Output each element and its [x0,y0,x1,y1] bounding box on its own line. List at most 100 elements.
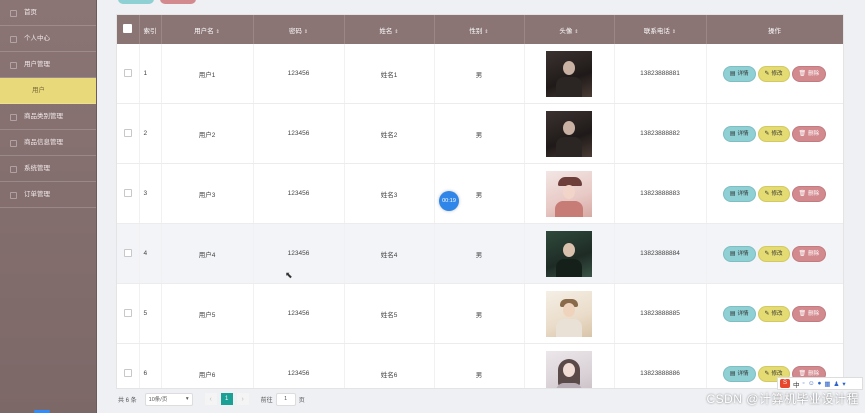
edit-button[interactable]: ✎ 修改 [757,245,790,262]
delete-button[interactable]: 🗑 删除 [791,125,827,142]
edit-button[interactable]: ✎ 修改 [757,185,790,202]
column-header-username[interactable]: 用户名 ⇕ [161,15,254,44]
column-header-password[interactable]: 密码 ⇕ [253,15,345,44]
delete-button-label: 删除 [808,310,820,317]
cell-username: 用户3 [161,163,254,224]
cell-password: 123456 [253,44,345,104]
column-header-label: 密码 [288,27,302,35]
sidebar-item-label: 商品信息管理 [24,139,63,146]
cell-avatar [524,283,615,344]
delete-button-label: 删除 [808,250,820,257]
toolbar-button-add[interactable] [118,0,154,4]
detail-button[interactable]: ▤ 详情 [722,305,756,322]
column-header-name[interactable]: 姓名 ⇕ [344,15,435,44]
menu-icon [10,10,17,17]
avatar[interactable] [546,290,592,337]
column-header-gender[interactable]: 性别 ⇕ [434,15,525,44]
ime-punctuation-icon[interactable]: ◦ [803,380,805,387]
trash-icon: 🗑 [798,70,807,77]
delete-button-label: 删除 [808,190,820,197]
sidebar-item-label: 用户管理 [24,61,50,68]
delete-button[interactable]: 🗑 删除 [791,305,827,322]
row-select-cell [117,223,140,284]
cell-avatar [524,44,615,104]
cell-name: 姓名5 [344,283,435,344]
ime-language-toggle[interactable]: 中 [793,379,800,389]
cell-username: 用户4 [161,223,254,284]
edit-button[interactable]: ✎ 修改 [757,65,790,82]
column-header-label: 用户名 [194,27,214,35]
next-page-button[interactable]: › [236,393,249,405]
sort-icon[interactable]: ⇕ [216,29,220,35]
edit-button-label: 修改 [771,310,783,317]
toolbar-button-delete[interactable] [159,0,196,4]
column-header-label: 操作 [768,27,781,35]
goto-suffix: 页 [298,397,305,404]
sidebar-item-home[interactable]: 首页 [0,0,96,26]
sidebar-item-users[interactable]: 用户 [0,78,96,104]
goto-label: 前往 [260,397,273,404]
detail-button[interactable]: ▤ 详情 [722,365,756,382]
detail-button-label: 详情 [737,310,749,317]
avatar[interactable] [546,50,592,97]
row-select-cell [117,283,140,344]
column-header-avatar[interactable]: 头像 ⇕ [524,15,615,44]
detail-button[interactable]: ▤ 详情 [722,65,756,82]
cell-index: 4 [139,223,162,284]
sidebar-item-user-management[interactable]: 用户管理 [0,52,96,78]
row-checkbox[interactable] [123,188,132,197]
sort-icon[interactable]: ⇕ [574,29,578,35]
cell-name: 姓名2 [344,103,435,164]
ime-emoji-icon[interactable]: ☺ [808,380,815,387]
cell-phone: 13823888881 [614,44,707,104]
sidebar-item-system-management[interactable]: 系统管理 [0,156,96,182]
column-header-label: 性别 [469,27,483,35]
cell-phone: 13823888883 [614,163,707,224]
edit-button-label: 修改 [771,250,783,257]
detail-button[interactable]: ▤ 详情 [722,185,756,202]
page-size-select[interactable]: 10条/页 ▾ [144,392,193,406]
edit-button[interactable]: ✎ 修改 [757,305,790,322]
ime-keyboard-icon[interactable]: ▦ [824,380,830,388]
row-checkbox[interactable] [123,248,132,257]
sort-icon[interactable]: ⇕ [394,29,398,35]
avatar[interactable] [546,350,592,388]
chevron-down-icon: ▾ [185,396,189,402]
select-all-checkbox[interactable] [123,24,133,33]
detail-button[interactable]: ▤ 详情 [722,125,756,142]
sort-icon[interactable]: ⇕ [304,29,308,35]
prev-page-button[interactable]: ‹ [204,393,217,405]
page-number-current[interactable]: 1 [220,393,233,405]
avatar[interactable] [546,110,592,157]
row-checkbox[interactable] [123,368,132,377]
row-checkbox[interactable] [123,128,132,137]
avatar[interactable] [546,170,592,217]
sidebar-item-category-management[interactable]: 商品类别管理 [0,104,96,130]
edit-button[interactable]: ✎ 修改 [757,125,790,142]
delete-button[interactable]: 🗑 删除 [791,185,827,202]
sort-icon[interactable]: ⇕ [672,29,676,35]
toolbar [118,0,200,6]
sort-icon[interactable]: ⇕ [484,29,488,35]
delete-button[interactable]: 🗑 删除 [791,245,827,262]
menu-icon [10,62,17,69]
cell-avatar [524,163,615,224]
edit-button-label: 修改 [771,190,783,197]
goto-page-input[interactable]: 1 [275,392,296,406]
ime-skin-icon[interactable]: ♟ [834,380,840,388]
row-checkbox[interactable] [123,68,132,77]
ime-menu-icon[interactable]: ▾ [842,380,845,388]
document-icon: ▤ [729,370,736,377]
sidebar-item-order-management[interactable]: 订单管理 [0,182,96,208]
column-header-label: 索引 [143,27,157,35]
ime-mic-icon[interactable]: ● [817,380,821,387]
delete-button[interactable]: 🗑 删除 [791,65,827,82]
cell-password: 123456 [253,223,345,284]
sidebar-item-product-management[interactable]: 商品信息管理 [0,130,96,156]
column-header-phone[interactable]: 联系电话 ⇕ [614,15,707,44]
sidebar-item-profile[interactable]: 个人中心 [0,26,96,52]
cell-name: 姓名1 [344,44,435,104]
row-checkbox[interactable] [123,308,132,317]
avatar[interactable] [546,230,592,277]
detail-button[interactable]: ▤ 详情 [722,245,756,262]
